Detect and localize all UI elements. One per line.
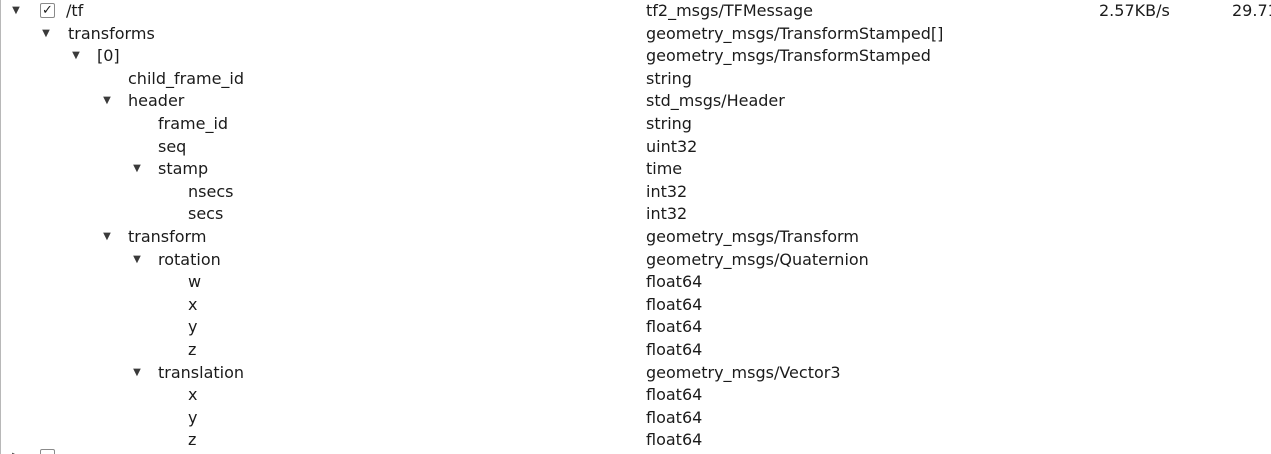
field-type: float64 [646,272,703,292]
field-name: x [188,294,198,314]
field-name: y [188,317,198,337]
expand-arrow-down-icon[interactable]: ▼ [130,362,144,385]
tree-row[interactable]: y float64 [0,316,1271,339]
topic-row-tf[interactable]: ▼ ✓ /tf tf2_msgs/TFMessage 2.57KB/s 29.7… [0,0,1271,23]
field-type: int32 [646,181,688,201]
field-type: std_msgs/Header [646,91,785,111]
expand-arrow-down-icon[interactable]: ▼ [100,226,114,249]
tree-row[interactable]: seq uint32 [0,136,1271,159]
expand-arrow-down-icon[interactable]: ▼ [100,90,114,113]
next-topic-row[interactable]: ▶ [0,446,1271,454]
tree-row[interactable]: ▼ transform geometry_msgs/Transform [0,226,1271,249]
field-name: transforms [68,23,155,43]
expand-arrow-down-icon[interactable]: ▼ [130,158,144,181]
field-type: string [646,113,692,133]
field-type: time [646,159,683,179]
tree-row[interactable]: y float64 [0,407,1271,430]
tree-row[interactable]: x float64 [0,294,1271,317]
field-type: geometry_msgs/Transform [646,226,859,246]
field-name: x [188,385,198,405]
field-name: rotation [158,249,221,269]
expand-arrow-down-icon[interactable]: ▼ [39,23,53,46]
tree-row[interactable]: w float64 [0,271,1271,294]
topic-tree: ▼ ✓ /tf tf2_msgs/TFMessage 2.57KB/s 29.7… [0,0,1271,452]
topic-bandwidth: 2.57KB/s [1099,1,1170,20]
field-type: geometry_msgs/Quaternion [646,249,869,269]
field-name: child_frame_id [128,68,245,88]
field-type: geometry_msgs/TransformStamped [646,46,931,66]
field-name: frame_id [158,113,229,133]
topic-type: tf2_msgs/TFMessage [646,1,813,20]
checkbox-icon[interactable] [40,449,55,454]
expand-arrow-down-icon[interactable]: ▼ [69,45,83,68]
field-type: float64 [646,294,703,314]
tree-row[interactable]: ▼ [0] geometry_msgs/TransformStamped [0,45,1271,68]
tree-row[interactable]: nsecs int32 [0,181,1271,204]
field-name: secs [188,204,224,224]
tree-row[interactable]: ▼ stamp time [0,158,1271,181]
field-type: float64 [646,385,703,405]
tree-row[interactable]: z float64 [0,339,1271,362]
field-type: uint32 [646,136,698,156]
tree-row[interactable]: ▼ header std_msgs/Header [0,90,1271,113]
field-type: geometry_msgs/Vector3 [646,362,841,382]
tree-row[interactable]: child_frame_id string [0,68,1271,91]
field-type: float64 [646,407,703,427]
field-name: z [188,339,197,359]
checkbox-icon[interactable]: ✓ [40,3,55,18]
tree-row[interactable]: ▼ rotation geometry_msgs/Quaternion [0,249,1271,272]
field-name: translation [158,362,245,382]
field-name: nsecs [188,181,234,201]
field-name: seq [158,136,187,156]
field-name: header [128,91,185,111]
field-name: [0] [97,46,120,66]
topic-hz: 29.71 [1232,1,1271,20]
field-type: float64 [646,317,703,337]
tree-row[interactable]: ▼ translation geometry_msgs/Vector3 [0,362,1271,385]
field-name: transform [128,226,207,246]
field-type: geometry_msgs/TransformStamped[] [646,23,944,43]
expand-arrow-down-icon[interactable]: ▼ [9,0,23,23]
tree-row[interactable]: x float64 [0,384,1271,407]
expand-arrow-down-icon[interactable]: ▼ [130,249,144,272]
expand-arrow-right-icon[interactable]: ▶ [9,446,23,454]
tree-row[interactable]: frame_id string [0,113,1271,136]
tree-row[interactable]: ▼ transforms geometry_msgs/TransformStam… [0,23,1271,46]
field-name: y [188,407,198,427]
field-type: int32 [646,204,688,224]
field-type: string [646,68,692,88]
field-name: w [188,272,202,292]
field-type: float64 [646,339,703,359]
tree-row[interactable]: secs int32 [0,203,1271,226]
topic-name: /tf [66,1,84,20]
field-name: stamp [158,159,209,179]
